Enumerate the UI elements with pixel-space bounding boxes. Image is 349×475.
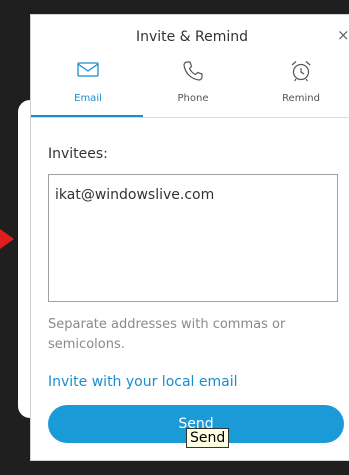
send-tooltip: Send [186,428,230,448]
close-icon[interactable]: × [337,26,349,44]
tab-email[interactable]: Email [43,59,133,115]
tab-remind[interactable]: Remind [256,59,346,115]
tab-divider [31,117,349,118]
envelope-icon [77,62,99,77]
alarm-clock-icon [291,61,311,82]
phone-icon [183,61,203,81]
invitees-label: Invitees: [48,146,108,162]
panel-title: Invite & Remind [135,29,249,45]
invite-remind-panel: Invite & Remind × Email Phone Remind Inv… [30,14,349,461]
tab-phone[interactable]: Phone [148,59,238,115]
tab-remind-label: Remind [282,93,320,104]
tab-phone-label: Phone [177,93,209,104]
invite-local-email-link[interactable]: Invite with your local email [48,374,238,390]
red-pointer-arrow [0,229,14,249]
tab-email-label: Email [74,93,102,104]
invitees-input[interactable]: ikat@windowslive.com [48,174,338,302]
invitees-hint: Separate addresses with commas or semico… [48,317,286,352]
